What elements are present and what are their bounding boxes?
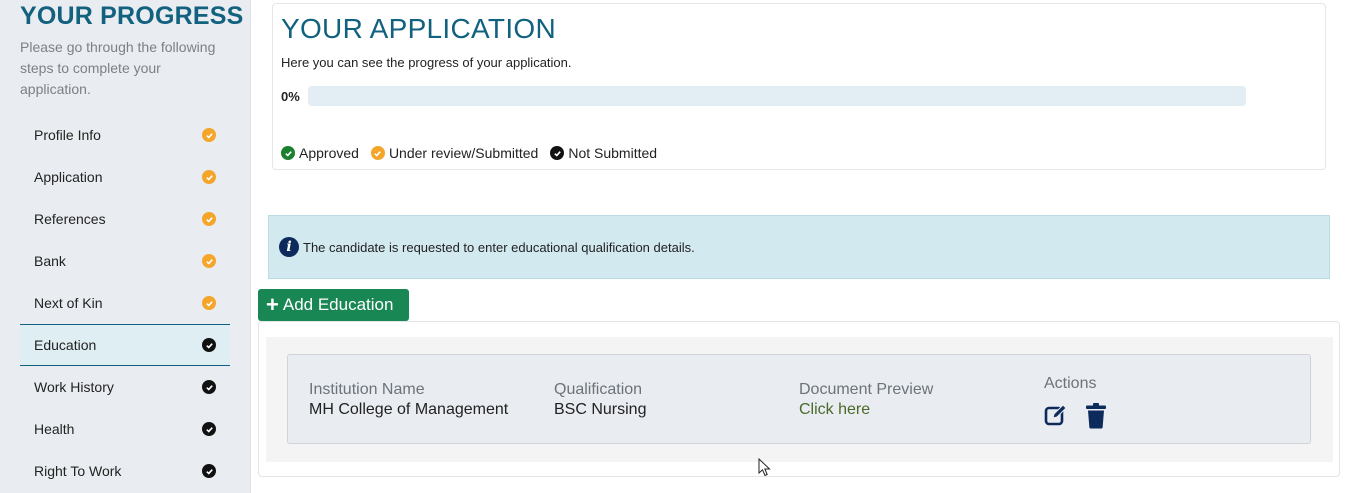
add-education-label: Add Education (282, 295, 394, 314)
sidebar-intro: Please go through the following steps to… (20, 39, 216, 97)
step-references[interactable]: References (20, 198, 230, 240)
step-label: Bank (34, 253, 66, 269)
step-label: Application (34, 169, 103, 185)
step-profile-info[interactable]: Profile Info (20, 114, 230, 156)
step-bank[interactable]: Bank (20, 240, 230, 282)
application-title: YOUR APPLICATION (281, 13, 557, 44)
action-buttons (1044, 403, 1123, 429)
step-label: Profile Info (34, 127, 101, 143)
education-record: Institution Name MH College of Managemen… (287, 354, 1311, 444)
document-column: Document Preview Click here (799, 381, 933, 419)
document-header: Document Preview (799, 381, 934, 398)
check-circle-icon (550, 146, 565, 160)
qualification-header: Qualification (554, 381, 643, 398)
steps-list: Profile Info Application References Bank… (20, 114, 230, 492)
document-preview-link[interactable]: Click here (799, 401, 933, 419)
institution-header: Institution Name (309, 381, 425, 398)
check-circle-icon (281, 146, 295, 160)
legend-label: Under review/Submitted (388, 145, 539, 161)
check-circle-icon (202, 464, 216, 478)
qualification-column: Qualification BSC Nursing (554, 381, 646, 419)
check-circle-icon (370, 146, 385, 160)
plus-icon: + (266, 292, 279, 317)
edit-icon[interactable] (1044, 403, 1069, 429)
progress-percent: 0% (281, 89, 300, 104)
check-circle-icon (202, 212, 216, 226)
alert-text: The candidate is requested to enter educ… (303, 239, 695, 255)
step-label: Health (34, 421, 75, 437)
check-circle-icon (202, 128, 216, 142)
step-right-to-work[interactable]: Right To Work (20, 450, 230, 492)
institution-column: Institution Name MH College of Managemen… (309, 381, 508, 419)
info-alert: i The candidate is requested to enter ed… (268, 215, 1330, 279)
application-progress-card: YOUR APPLICATION Here you can see the pr… (272, 3, 1326, 170)
legend-approved: Approved (281, 145, 359, 161)
step-label: Work History (34, 379, 114, 395)
legend-not-submitted: Not Submitted (550, 145, 657, 161)
qualification-value: BSC Nursing (554, 401, 647, 418)
progress-sidebar: YOUR PROGRESS Please go through the foll… (0, 0, 251, 493)
check-circle-icon (202, 254, 216, 268)
education-list: Institution Name MH College of Managemen… (266, 337, 1333, 462)
legend-label: Not Submitted (568, 145, 658, 161)
step-education[interactable]: Education (20, 324, 230, 366)
step-health[interactable]: Health (20, 408, 230, 450)
actions-column: Actions (1044, 375, 1123, 429)
info-icon: i (279, 237, 299, 257)
check-circle-icon (202, 338, 216, 352)
progress-bar (308, 86, 1246, 106)
step-work-history[interactable]: Work History (20, 366, 230, 408)
application-subtitle: Here you can see the progress of your ap… (281, 55, 572, 70)
step-label: Education (34, 337, 97, 353)
actions-header: Actions (1044, 375, 1097, 392)
status-legend: Approved Under review/Submitted Not Subm… (281, 145, 669, 161)
mouse-cursor-icon (758, 458, 771, 477)
sidebar-title: YOUR PROGRESS (20, 2, 244, 30)
education-panel: Institution Name MH College of Managemen… (258, 321, 1340, 477)
check-circle-icon (202, 296, 216, 310)
check-circle-icon (202, 380, 216, 394)
check-circle-icon (202, 422, 216, 436)
step-next-of-kin[interactable]: Next of Kin (20, 282, 230, 324)
step-label: Next of Kin (34, 295, 103, 311)
step-label: References (34, 211, 106, 227)
trash-icon[interactable] (1085, 403, 1107, 429)
legend-under-review: Under review/Submitted (370, 145, 539, 161)
step-label: Right To Work (34, 463, 122, 479)
institution-value: MH College of Management (309, 401, 509, 418)
check-circle-icon (202, 170, 216, 184)
step-application[interactable]: Application (20, 156, 230, 198)
add-education-button[interactable]: + Add Education (258, 289, 409, 321)
legend-label: Approved (299, 145, 359, 161)
